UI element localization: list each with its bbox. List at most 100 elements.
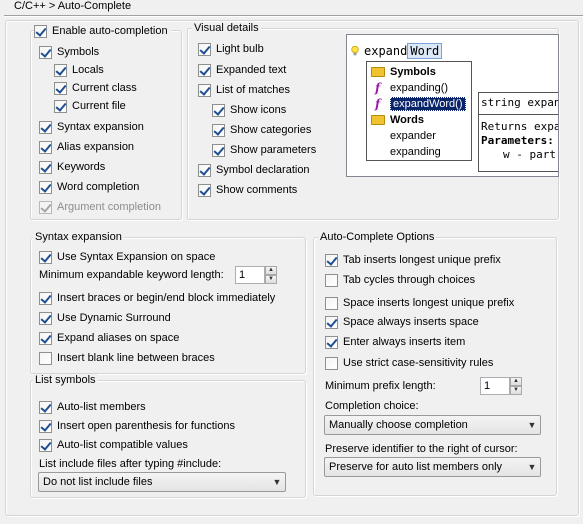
space-longest-prefix-checkbox[interactable]: Space inserts longest unique prefix <box>325 296 514 310</box>
checkbox-box <box>39 351 52 365</box>
show-icons-checkbox[interactable]: Show icons <box>212 103 286 117</box>
spin-down-icon[interactable]: ▼ <box>510 386 522 395</box>
select-value: Manually choose completion <box>329 419 468 431</box>
checkbox-box <box>34 24 47 38</box>
use-syntax-expansion-checkbox[interactable]: Use Syntax Expansion on space <box>39 250 215 264</box>
checkbox-box <box>325 356 338 370</box>
match-list: Symbols f expanding() f expandWord() Words… <box>366 61 472 161</box>
symbols-checkbox[interactable]: Symbols <box>39 45 99 59</box>
checkbox-box <box>198 83 211 97</box>
spinner-arrows: ▲ ▼ <box>510 377 522 395</box>
include-files-label: List include files after typing #include… <box>39 458 222 470</box>
function-icon: f <box>375 96 381 111</box>
min-prefix-length-spinner[interactable]: 1 ▲ ▼ <box>480 377 522 395</box>
checkbox-box <box>198 183 211 197</box>
dynamic-surround-checkbox[interactable]: Use Dynamic Surround <box>39 311 171 325</box>
checkbox-box <box>325 296 338 310</box>
select-value: Do not list include files <box>43 476 153 488</box>
checkbox-box <box>39 140 52 154</box>
list-item: expanding <box>390 145 441 158</box>
keywords-checkbox[interactable]: Keywords <box>39 160 105 174</box>
checkbox-box <box>39 120 52 134</box>
current-class-checkbox[interactable]: Current class <box>54 81 137 95</box>
header-divider-highlight <box>4 16 583 17</box>
select-value: Preserve for auto list members only <box>329 461 503 473</box>
space-inserts-space-checkbox[interactable]: Space always inserts space <box>325 315 479 329</box>
argument-completion-checkbox[interactable]: Argument completion <box>39 200 161 214</box>
min-prefix-length-field[interactable]: 1 <box>480 377 510 395</box>
enter-inserts-item-checkbox[interactable]: Enter always inserts item <box>325 335 465 349</box>
checkbox-box <box>54 63 67 77</box>
show-comments-checkbox[interactable]: Show comments <box>198 183 297 197</box>
syntax-expansion-title: Syntax expansion <box>33 231 124 243</box>
checkbox-box <box>198 42 211 56</box>
tooltip-params-heading: Parameters: <box>481 134 554 147</box>
auto-list-members-checkbox[interactable]: Auto-list members <box>39 400 146 414</box>
syntax-expansion-checkbox[interactable]: Syntax expansion <box>39 120 144 134</box>
checkbox-box <box>325 273 338 287</box>
chevron-down-icon: ▼ <box>272 477 282 487</box>
word-completion-checkbox[interactable]: Word completion <box>39 180 139 194</box>
preserve-identifier-select[interactable]: Preserve for auto list members only ▼ <box>324 457 541 477</box>
list-item: f expanding() <box>375 80 449 95</box>
completion-choice-select[interactable]: Manually choose completion ▼ <box>324 415 541 435</box>
checkbox-box <box>39 160 52 174</box>
list-item: expander <box>390 129 436 142</box>
checkbox-box <box>39 200 52 214</box>
checkbox-box <box>212 123 225 137</box>
spin-down-icon[interactable]: ▼ <box>265 275 277 284</box>
spin-up-icon[interactable]: ▲ <box>265 266 277 275</box>
visual-details-title: Visual details <box>192 22 261 34</box>
tooltip-param: w - part <box>503 148 556 161</box>
checkbox-box <box>39 400 52 414</box>
light-bulb-checkbox[interactable]: Light bulb <box>198 42 264 56</box>
insert-braces-checkbox[interactable]: Insert braces or begin/end block immedia… <box>39 291 275 305</box>
min-keyword-length-spinner[interactable]: 1 ▲ ▼ <box>235 266 277 284</box>
show-parameters-checkbox[interactable]: Show parameters <box>212 143 316 157</box>
spin-up-icon[interactable]: ▲ <box>510 377 522 386</box>
expand-aliases-checkbox[interactable]: Expand aliases on space <box>39 331 179 345</box>
light-bulb-icon <box>351 46 359 56</box>
checkbox-box <box>54 81 67 95</box>
preview-code-line: expand Word <box>364 43 443 59</box>
chevron-down-icon: ▼ <box>527 420 537 430</box>
chevron-down-icon: ▼ <box>527 462 537 472</box>
list-of-matches-checkbox[interactable]: List of matches <box>198 83 290 97</box>
include-files-select[interactable]: Do not list include files ▼ <box>38 472 286 492</box>
tooltip-comment: Returns expa <box>481 120 559 133</box>
min-keyword-length-field[interactable]: 1 <box>235 266 265 284</box>
current-file-checkbox[interactable]: Current file <box>54 99 126 113</box>
checkbox-box <box>39 45 52 59</box>
blank-line-braces-checkbox[interactable]: Insert blank line between braces <box>39 351 215 365</box>
checkbox-box <box>39 311 52 325</box>
checkbox-box <box>39 419 52 433</box>
strict-case-checkbox[interactable]: Use strict case-sensitivity rules <box>325 356 493 370</box>
insert-parenthesis-checkbox[interactable]: Insert open parenthesis for functions <box>39 419 235 433</box>
checkbox-box <box>39 331 52 345</box>
tooltip-divider <box>479 114 558 115</box>
preserve-identifier-label: Preserve identifier to the right of curs… <box>325 443 518 455</box>
auto-list-compatible-checkbox[interactable]: Auto-list compatible values <box>39 438 188 452</box>
checkbox-box <box>39 250 52 264</box>
symbol-tooltip: string expan Returns expa Parameters: w … <box>478 92 559 172</box>
tab-cycles-checkbox[interactable]: Tab cycles through choices <box>325 273 475 287</box>
show-categories-checkbox[interactable]: Show categories <box>212 123 311 137</box>
symbol-declaration-checkbox[interactable]: Symbol declaration <box>198 163 310 177</box>
list-item: Symbols <box>371 64 436 79</box>
min-prefix-length-label: Minimum prefix length: <box>325 380 436 392</box>
locals-checkbox[interactable]: Locals <box>54 63 104 77</box>
page-title: C/C++ > Auto-Complete <box>14 0 132 12</box>
checkbox-box <box>198 63 211 77</box>
tab-longest-prefix-checkbox[interactable]: Tab inserts longest unique prefix <box>325 253 501 267</box>
checkbox-box <box>198 163 211 177</box>
enable-auto-completion-checkbox[interactable]: Enable auto-completion <box>34 24 171 38</box>
expanded-text-checkbox[interactable]: Expanded text <box>198 63 286 77</box>
min-keyword-length-label: Minimum expandable keyword length: <box>39 269 224 281</box>
checkbox-box <box>212 143 225 157</box>
alias-expansion-checkbox[interactable]: Alias expansion <box>39 140 134 154</box>
checkbox-box <box>39 291 52 305</box>
checkbox-box <box>325 335 338 349</box>
spinner-arrows: ▲ ▼ <box>265 266 277 284</box>
checkbox-box <box>325 315 338 329</box>
expanded-text-preview: Word <box>407 43 443 59</box>
